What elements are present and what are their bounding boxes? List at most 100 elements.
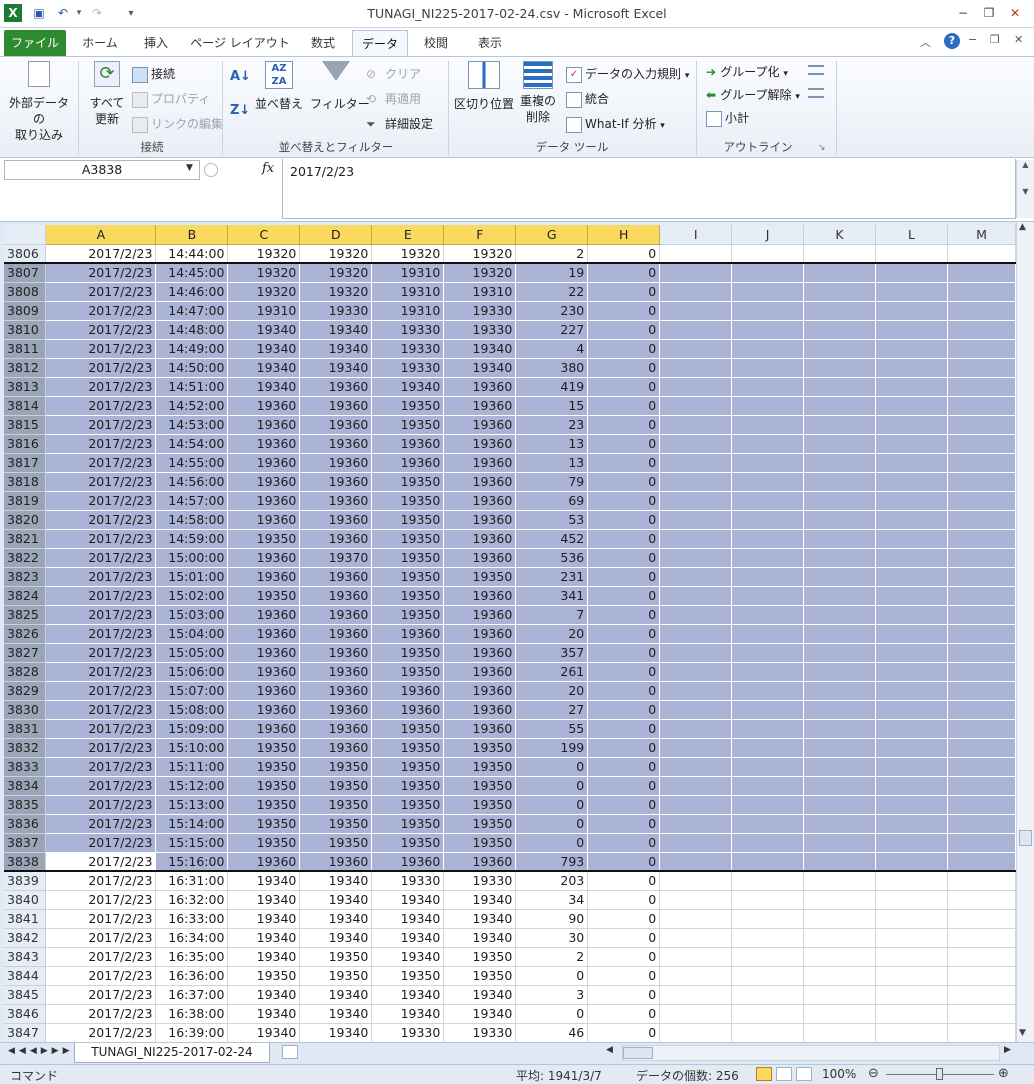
cell-c[interactable]: 19340 [227,909,301,929]
cell-j[interactable] [731,510,805,530]
cell-j[interactable] [731,643,805,663]
cell-l[interactable] [875,377,948,397]
zoom-slider-thumb[interactable] [936,1068,943,1080]
row-header[interactable]: 3824 [4,586,47,606]
cell-d[interactable]: 19360 [299,662,373,682]
cell-f[interactable]: 19350 [443,757,517,777]
cell-j[interactable] [731,662,805,682]
cell-a[interactable]: 2017/2/23 [45,358,157,378]
cell-a[interactable]: 2017/2/23 [45,377,157,397]
cell-g[interactable]: 0 [515,776,589,796]
cell-a[interactable]: 2017/2/23 [45,871,157,891]
cell-d[interactable]: 19360 [299,453,373,473]
cell-d[interactable]: 19340 [299,985,373,1005]
cell-l[interactable] [875,928,948,948]
row-header[interactable]: 3813 [4,377,47,397]
cell-e[interactable]: 19350 [371,738,445,758]
cell-j[interactable] [731,472,805,492]
cell-f[interactable]: 19360 [443,377,517,397]
horizontal-scrollbar[interactable] [622,1045,1000,1061]
cell-l[interactable] [875,947,948,967]
cell-g[interactable]: 34 [515,890,589,910]
cell-f[interactable]: 19340 [443,928,517,948]
cell-c[interactable]: 19360 [227,662,301,682]
cell-h[interactable]: 0 [587,434,661,454]
cell-f[interactable]: 19340 [443,358,517,378]
cell-m[interactable] [947,358,1016,378]
cell-e[interactable]: 19320 [371,244,445,264]
cell-m[interactable] [947,814,1016,834]
sheet-nav-icons[interactable]: ◀◀◀▶▶▶ [8,1046,74,1056]
cell-k[interactable] [803,548,876,568]
cell-l[interactable] [875,434,948,454]
cell-m[interactable] [947,510,1016,530]
cell-k[interactable] [803,491,876,511]
cell-c[interactable]: 19340 [227,1004,301,1024]
cell-g[interactable]: 20 [515,624,589,644]
row-header[interactable]: 3825 [4,605,47,625]
cell-h[interactable]: 0 [587,548,661,568]
cell-e[interactable]: 19360 [371,700,445,720]
cell-d[interactable]: 19360 [299,605,373,625]
cell-i[interactable] [659,586,733,606]
cell-l[interactable] [875,282,948,302]
cell-c[interactable]: 19310 [227,301,301,321]
cell-j[interactable] [731,377,805,397]
row-header[interactable]: 3821 [4,529,47,549]
cell-k[interactable] [803,453,876,473]
get-external-data-button[interactable]: 外部データの 取り込み [4,61,74,143]
cell-e[interactable]: 19350 [371,510,445,530]
cell-e[interactable]: 19330 [371,320,445,340]
cell-c[interactable]: 19340 [227,339,301,359]
cell-i[interactable] [659,567,733,587]
minimize-icon[interactable]: − [952,4,974,22]
cell-k[interactable] [803,244,876,264]
cell-c[interactable]: 19320 [227,244,301,264]
cell-a[interactable]: 2017/2/23 [45,909,157,929]
cell-k[interactable] [803,263,876,283]
cell-m[interactable] [947,928,1016,948]
cell-f[interactable]: 19310 [443,282,517,302]
cell-j[interactable] [731,548,805,568]
cell-c[interactable]: 19360 [227,453,301,473]
cell-d[interactable]: 19320 [299,244,373,264]
cell-f[interactable]: 19360 [443,662,517,682]
cell-l[interactable] [875,814,948,834]
cell-h[interactable]: 0 [587,909,661,929]
cell-a[interactable]: 2017/2/23 [45,757,157,777]
cell-e[interactable]: 19340 [371,985,445,1005]
row-header[interactable]: 3829 [4,681,47,701]
cell-l[interactable] [875,852,948,872]
row-header[interactable]: 3811 [4,339,47,359]
cell-i[interactable] [659,339,733,359]
cell-g[interactable]: 3 [515,985,589,1005]
spreadsheet-grid[interactable]: ABCDEFGHIJKLM 3806 2017/2/23 14:44:00 19320… [4,225,1016,1042]
cell-h[interactable]: 0 [587,795,661,815]
cell-i[interactable] [659,263,733,283]
cell-d[interactable]: 19360 [299,491,373,511]
cell-b[interactable]: 15:03:00 [155,605,229,625]
row-header[interactable]: 3816 [4,434,47,454]
cell-j[interactable] [731,263,805,283]
cell-b[interactable]: 15:06:00 [155,662,229,682]
cell-a[interactable]: 2017/2/23 [45,738,157,758]
cell-k[interactable] [803,1023,876,1042]
row-header[interactable]: 3834 [4,776,47,796]
cell-m[interactable] [947,472,1016,492]
cell-m[interactable] [947,567,1016,587]
row-header[interactable]: 3823 [4,567,47,587]
cell-m[interactable] [947,776,1016,796]
cell-a[interactable]: 2017/2/23 [45,263,157,283]
cell-d[interactable]: 19360 [299,510,373,530]
cell-i[interactable] [659,1004,733,1024]
cell-f[interactable]: 19340 [443,909,517,929]
cell-a[interactable]: 2017/2/23 [45,510,157,530]
cell-j[interactable] [731,453,805,473]
cell-a[interactable]: 2017/2/23 [45,928,157,948]
row-header[interactable]: 3836 [4,814,47,834]
cell-k[interactable] [803,966,876,986]
cell-d[interactable]: 19340 [299,890,373,910]
show-detail-icon[interactable] [808,65,824,75]
hscroll-thumb[interactable] [623,1047,653,1059]
cell-f[interactable]: 19350 [443,795,517,815]
